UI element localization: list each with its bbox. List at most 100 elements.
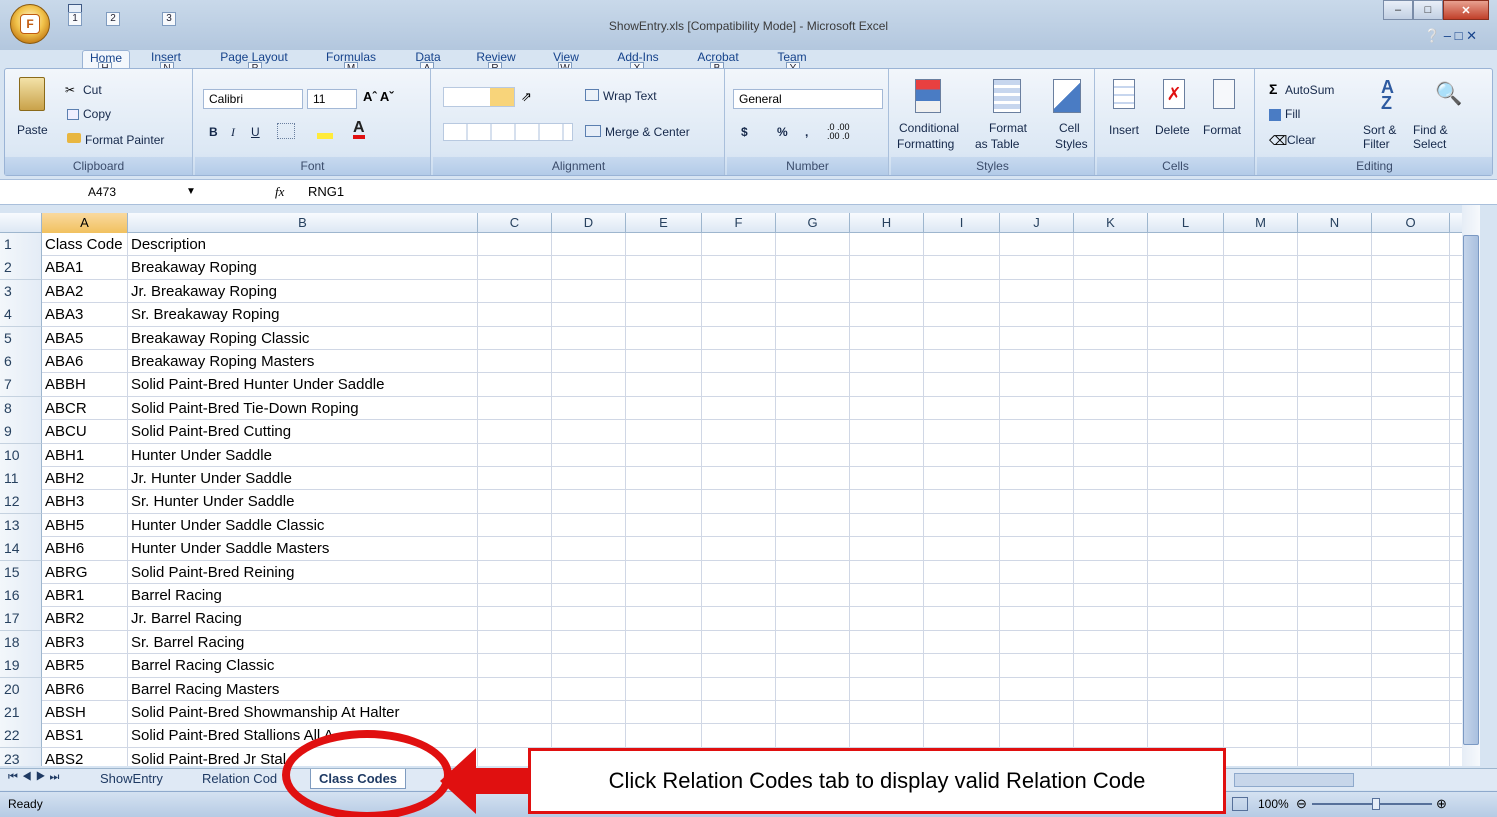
row-header[interactable]: 19 (0, 654, 42, 679)
horizontal-align-icons[interactable] (443, 123, 573, 141)
formula-input[interactable]: RNG1 (308, 184, 344, 199)
row-header[interactable]: 15 (0, 560, 42, 585)
cell-b[interactable]: Solid Paint-Bred Showmanship At Halter (128, 701, 478, 725)
comma-button[interactable]: , (805, 125, 808, 139)
cell-b[interactable]: Sr. Barrel Racing (128, 631, 478, 655)
select-all-corner[interactable] (0, 213, 42, 233)
sheet-nav-icons[interactable]: ⏮◀▶⏭ (8, 771, 63, 784)
column-header-g[interactable]: G (776, 213, 850, 233)
clear-button[interactable]: Clear (1287, 133, 1316, 147)
worksheet-grid[interactable]: ABCDEFGHIJKLMNO 1 Class Code Description 2 A… (0, 213, 1462, 766)
cell-b[interactable]: Hunter Under Saddle (128, 444, 478, 468)
cell-a[interactable]: ABR6 (42, 678, 128, 702)
cell-a[interactable]: ABA1 (42, 256, 128, 280)
column-header-b[interactable]: B (128, 213, 478, 233)
row-header[interactable]: 12 (0, 490, 42, 515)
cell-a[interactable]: ABR5 (42, 654, 128, 678)
row-header[interactable]: 11 (0, 467, 42, 491)
italic-button[interactable]: I (231, 125, 235, 140)
row-header[interactable]: 22 (0, 724, 42, 749)
zoom-slider-thumb[interactable] (1372, 798, 1380, 810)
column-header-f[interactable]: F (702, 213, 776, 233)
cell-b[interactable]: Hunter Under Saddle Masters (128, 537, 478, 561)
conditional-formatting-label2[interactable]: Formatting (897, 137, 954, 151)
column-header-i[interactable]: I (924, 213, 1000, 233)
paste-button[interactable]: Paste (17, 123, 48, 137)
column-header-n[interactable]: N (1298, 213, 1372, 233)
find-select-label1[interactable]: Find & (1413, 123, 1448, 137)
column-header-c[interactable]: C (478, 213, 552, 233)
font-color-icon[interactable]: A (353, 120, 365, 139)
column-header-e[interactable]: E (626, 213, 702, 233)
column-header-m[interactable]: M (1224, 213, 1298, 233)
row-header[interactable]: 17 (0, 607, 42, 632)
cell-a[interactable]: ABBH (42, 373, 128, 397)
sort-filter-label2[interactable]: Filter (1363, 137, 1390, 151)
cell-b[interactable]: Sr. Breakaway Roping (128, 303, 478, 327)
row-header[interactable]: 2 (0, 256, 42, 281)
decimal-icons[interactable]: .0 .00.00 .0 (827, 123, 850, 141)
minimize-icon[interactable]: – (1383, 0, 1413, 20)
zoom-level[interactable]: 100% (1258, 797, 1289, 811)
cell-b[interactable]: Breakaway Roping Classic (128, 327, 478, 351)
column-header-l[interactable]: L (1148, 213, 1224, 233)
insert-function-icon[interactable]: fx (275, 184, 284, 200)
row-header[interactable]: 16 (0, 584, 42, 608)
format-as-table-label2[interactable]: as Table (975, 137, 1019, 151)
cell-a[interactable]: ABCR (42, 397, 128, 421)
cell-b[interactable]: Solid Paint-Bred Hunter Under Saddle (128, 373, 478, 397)
cell-a[interactable]: Class Code (42, 233, 128, 257)
cell-a[interactable]: ABS1 (42, 724, 128, 748)
cell-a[interactable]: ABCU (42, 420, 128, 444)
help-icon[interactable]: ❔ – □ ✕ (1424, 28, 1477, 44)
format-as-table-label1[interactable]: Format (989, 121, 1027, 135)
cell-b[interactable]: Jr. Barrel Racing (128, 607, 478, 631)
row-header[interactable]: 7 (0, 373, 42, 398)
wrap-text-button[interactable]: Wrap Text (603, 89, 657, 103)
row-header[interactable]: 3 (0, 279, 42, 304)
row-header[interactable]: 6 (0, 350, 42, 374)
name-box-dropdown-icon[interactable]: ▼ (186, 186, 196, 197)
cell-a[interactable]: ABR2 (42, 607, 128, 631)
delete-button[interactable]: Delete (1155, 123, 1190, 137)
page-layout-view-icon[interactable] (1232, 797, 1248, 811)
row-header[interactable]: 1 (0, 233, 42, 257)
cell-styles-label2[interactable]: Styles (1055, 137, 1088, 151)
sheet-tab-showentry[interactable]: ShowEntry (92, 769, 171, 789)
autosum-button[interactable]: AutoSum (1285, 83, 1334, 97)
cell-b[interactable]: Jr. Hunter Under Saddle (128, 467, 478, 491)
column-header-d[interactable]: D (552, 213, 626, 233)
column-header-h[interactable]: H (850, 213, 924, 233)
cell-b[interactable]: Barrel Racing Masters (128, 678, 478, 702)
cell-b[interactable]: Breakaway Roping Masters (128, 350, 478, 374)
column-header-j[interactable]: J (1000, 213, 1074, 233)
bold-button[interactable]: B (209, 125, 218, 139)
merge-center-button[interactable]: Merge & Center (605, 125, 690, 139)
row-header[interactable]: 18 (0, 630, 42, 655)
cell-a[interactable]: ABH1 (42, 444, 128, 468)
borders-icon[interactable] (277, 123, 295, 139)
cell-a[interactable]: ABA6 (42, 350, 128, 374)
cell-a[interactable]: ABH6 (42, 537, 128, 561)
fill-button[interactable]: Fill (1285, 107, 1300, 121)
row-header[interactable]: 5 (0, 326, 42, 351)
row-header[interactable]: 14 (0, 537, 42, 562)
cell-a[interactable]: ABR3 (42, 631, 128, 655)
cell-b[interactable]: Barrel Racing Classic (128, 654, 478, 678)
sort-filter-label1[interactable]: Sort & (1363, 123, 1396, 137)
cell-b[interactable]: Solid Paint-Bred Tie-Down Roping (128, 397, 478, 421)
row-header[interactable]: 9 (0, 420, 42, 445)
column-header-k[interactable]: K (1074, 213, 1148, 233)
cell-a[interactable]: ABS2 (42, 748, 128, 766)
row-header[interactable]: 21 (0, 701, 42, 725)
font-name-box[interactable]: Calibri (203, 89, 303, 109)
orientation-icon[interactable]: ⇗ (521, 89, 532, 105)
zoom-in-icon[interactable]: ⊕ (1436, 796, 1447, 812)
cell-b[interactable]: Sr. Hunter Under Saddle (128, 490, 478, 514)
name-box[interactable]: A473 (8, 182, 198, 203)
cell-b[interactable]: Description (128, 233, 478, 257)
row-header[interactable]: 23 (0, 747, 42, 766)
cell-a[interactable]: ABA5 (42, 327, 128, 351)
cell-a[interactable]: ABSH (42, 701, 128, 725)
row-header[interactable]: 4 (0, 303, 42, 328)
